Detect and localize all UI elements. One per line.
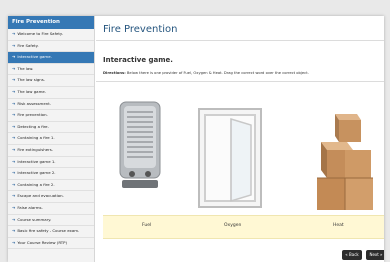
arrow-right-icon: ➔ [12, 204, 16, 210]
sidebar-item[interactable]: ➔ Escape and evacuation. [8, 191, 94, 203]
sidebar-item-label: Course summary. [17, 216, 52, 222]
arrow-right-icon: ➔ [12, 158, 16, 164]
sidebar-item-label: Interactive game 1. [17, 158, 56, 164]
sidebar-item[interactable]: ➔ Course summary. [8, 215, 94, 227]
answer-drop-zone[interactable]: Fuel Oxygen Heat [103, 215, 384, 239]
page-title: Fire Prevention [103, 24, 178, 35]
sidebar-item-label: The law. [17, 65, 34, 71]
sidebar-item[interactable]: ➔ Fire prevention. [8, 110, 94, 122]
sidebar-item-label: Fire Safety. [17, 42, 39, 48]
arrow-right-icon: ➔ [12, 239, 16, 245]
sidebar-item[interactable]: ➔ Basic fire safety - Course exam. [8, 226, 94, 238]
next-button[interactable]: Next » [366, 250, 384, 260]
sidebar-header: Fire Prevention [8, 16, 94, 29]
sidebar-item[interactable]: ➔ Containing a fire 1. [8, 133, 94, 145]
sidebar-item[interactable]: ➔ The law game. [8, 87, 94, 99]
arrow-right-icon: ➔ [12, 123, 16, 129]
arrow-right-icon: ➔ [12, 88, 16, 94]
arrow-right-icon: ➔ [12, 31, 16, 36]
fuel-drop-label[interactable]: Fuel [142, 223, 151, 228]
sidebar-item-label: Fire prevention. [17, 112, 48, 118]
sidebar-item-label: False alarms. [17, 204, 43, 210]
arrow-right-icon: ➔ [12, 77, 16, 83]
arrow-right-icon: ➔ [12, 42, 16, 48]
arrow-right-icon: ➔ [12, 112, 16, 118]
arrow-right-icon: ➔ [12, 170, 16, 176]
sidebar-item[interactable]: ➔ Fire Safety. [8, 41, 94, 53]
arrow-right-icon: ➔ [12, 216, 16, 222]
sidebar-item-label: Basic fire safety - Course exam. [17, 228, 80, 234]
content-divider [96, 81, 384, 82]
sidebar-item[interactable]: ➔ The law signs. [8, 75, 94, 87]
arrow-right-icon: ➔ [12, 54, 16, 60]
sidebar-item[interactable]: ➔ Risk assessment. [8, 99, 94, 111]
course-sidebar: Fire Prevention ➔ Welcome to Fire Safety.… [8, 16, 95, 262]
arrow-right-icon: ➔ [12, 135, 16, 141]
sidebar-item-label: Containing a fire 2. [17, 181, 55, 187]
sidebar-item[interactable]: ➔ Detecting a fire. [8, 122, 94, 134]
sidebar-item-label: Interactive game 2. [17, 170, 56, 176]
heat-drop-label[interactable]: Heat [333, 223, 344, 228]
sidebar-item[interactable]: ➔ Containing a fire 2. [8, 180, 94, 192]
sidebar-item-label: The law signs. [17, 77, 46, 83]
sidebar-item-label: Containing a fire 1. [17, 135, 55, 141]
sidebar-item[interactable]: ➔ False alarms. [8, 203, 94, 215]
main-content: Fire Prevention Interactive game. Direct… [96, 16, 384, 262]
sidebar-item[interactable]: ➔ Interactive game. [8, 52, 94, 64]
sidebar-item-label: Escape and evacuation. [17, 193, 64, 199]
sidebar-list: ➔ Welcome to Fire Safety. ➔ Fire Safety. ➔ In… [8, 29, 94, 250]
arrow-right-icon: ➔ [12, 100, 16, 106]
back-button[interactable]: « Back [342, 250, 362, 260]
sidebar-item[interactable]: ➔ Fire extinguishers. [8, 145, 94, 157]
sidebar-item-label: Interactive game. [17, 54, 52, 60]
sidebar-item-label: The law game. [17, 88, 46, 94]
directions-text: Directions: Below there is one provider … [103, 71, 384, 75]
arrow-right-icon: ➔ [12, 146, 16, 152]
fan-heater-image [119, 101, 161, 188]
cardboard-boxes-image [317, 114, 373, 210]
sidebar-item-label: Risk assessment. [17, 100, 51, 106]
arrow-right-icon: ➔ [12, 193, 16, 199]
sidebar-item[interactable]: ➔ The law. [8, 64, 94, 76]
sidebar-item[interactable]: ➔ Welcome to Fire Safety. [8, 29, 94, 41]
sidebar-item[interactable]: ➔ Interactive game 2. [8, 168, 94, 180]
sidebar-item-label: Fire extinguishers. [17, 146, 54, 152]
window-image [198, 108, 262, 208]
title-divider [96, 40, 384, 41]
sidebar-item[interactable]: ➔ Interactive game 1. [8, 157, 94, 169]
arrow-right-icon: ➔ [12, 65, 16, 71]
sidebar-item-label: Detecting a fire. [17, 123, 49, 129]
directions-body: Below there is one provider of Fuel, Oxy… [126, 71, 309, 75]
section-title: Interactive game. [103, 56, 173, 64]
course-window: Fire Prevention ➔ Welcome to Fire Safety.… [8, 16, 384, 262]
oxygen-drop-label[interactable]: Oxygen [224, 223, 241, 228]
arrow-right-icon: ➔ [12, 181, 16, 187]
sidebar-item-label: Your Course Review (RTP) [17, 239, 68, 245]
arrow-right-icon: ➔ [12, 228, 16, 234]
sidebar-item-label: Welcome to Fire Safety. [17, 31, 63, 36]
sidebar-item[interactable]: ➔ Your Course Review (RTP) [8, 238, 94, 250]
directions-label: Directions: [103, 71, 126, 75]
